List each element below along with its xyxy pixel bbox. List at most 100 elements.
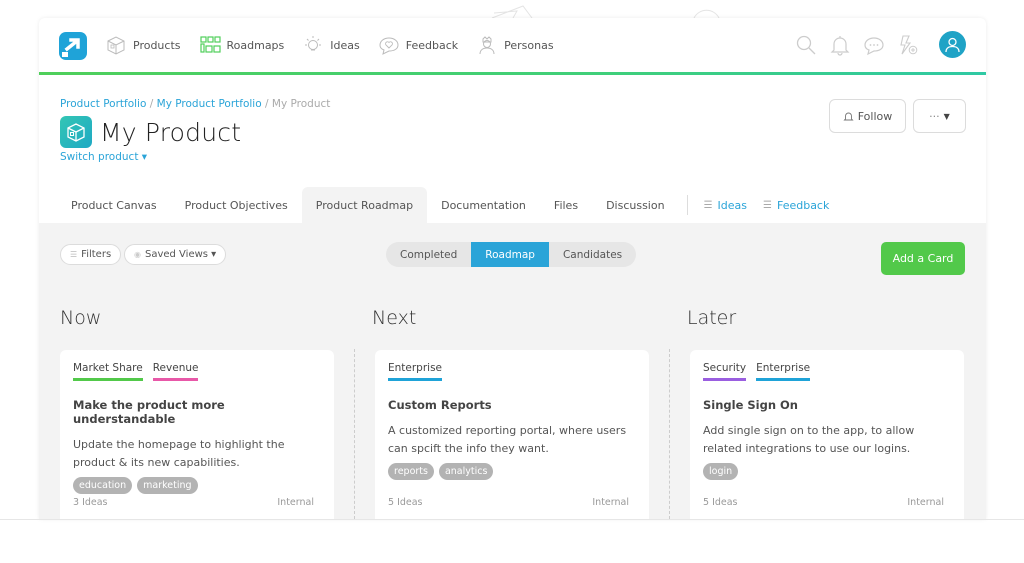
visibility-label: Internal [592,497,629,508]
column-title-next: Next [372,307,417,329]
column-title-later: Later [687,307,737,329]
nav-label: Feedback [405,38,459,52]
search-icon[interactable] [795,34,817,56]
column-divider [354,349,355,519]
breadcrumb-item[interactable]: My Product Portfolio [157,98,262,110]
theme-label: Enterprise [388,362,443,381]
theme-label: Revenue [152,362,199,381]
nav-item-personas[interactable]: Personas [476,34,554,56]
tag[interactable]: reports [388,463,434,480]
tab-label: Feedback [776,198,830,212]
more-label: ··· [929,109,940,123]
segment-candidates[interactable]: Candidates [549,242,636,267]
theme-label: Market Share [73,362,143,381]
roadmap-card[interactable]: Enterprise Custom Reports A customized r… [375,350,649,519]
follow-button[interactable]: Follow [829,99,906,133]
filter-icon: ☰ [703,199,713,211]
filter-icon: ☰ [763,199,772,211]
card-description: A customized reporting portal, where use… [388,424,627,455]
tab-discussion[interactable]: Discussion [592,187,679,223]
column-divider [669,349,670,519]
filters-label: Filters [81,249,112,260]
add-card-button[interactable]: Add a Card [881,242,965,275]
card-themes: Security Enterprise [703,362,951,381]
card-tags: login [703,463,951,480]
switch-product-link[interactable]: Switch product ▾ [60,151,147,163]
tab-label: Ideas [717,198,747,212]
ideas-count[interactable]: 3 Ideas [73,497,108,508]
nav-item-feedback[interactable]: Feedback [378,34,458,56]
nav-accent-bar [39,72,986,75]
visibility-label: Internal [277,497,314,508]
tab-documentation[interactable]: Documentation [427,187,540,223]
tag[interactable]: login [703,463,739,480]
card-footer: 3 Ideas Internal [73,497,314,508]
nav-item-ideas[interactable]: Ideas [302,34,360,56]
tag[interactable]: marketing [137,477,198,494]
roadmap-card[interactable]: Market Share Revenue Make the product mo… [60,350,334,519]
saved-views-dropdown[interactable]: ◉ Saved Views ▾ [124,244,227,265]
tag[interactable]: analytics [438,463,494,480]
visibility-label: Internal [907,497,944,508]
box-icon [67,123,85,142]
breadcrumb-separator: / [265,98,272,110]
card-description: Update the homepage to highlight the pro… [73,438,285,469]
persona-icon [479,36,495,55]
bell-icon[interactable] [829,34,851,56]
user-avatar-icon [945,37,960,53]
app-logo-icon[interactable] [59,32,87,60]
filters-button[interactable]: ☰ Filters [60,244,122,265]
breadcrumb: Product Portfolio / My Product Portfolio… [60,98,330,110]
box-icon [107,36,125,55]
theme-label: Security [703,362,747,381]
product-tabs: Product Canvas Product Objectives Produc… [57,187,837,223]
tab-ideas[interactable]: ☰ Ideas [696,187,755,223]
card-tags: reports analytics [388,463,636,480]
segment-roadmap[interactable]: Roadmap [471,242,549,267]
saved-views-label: Saved Views ▾ [144,249,217,260]
column-title-now: Now [60,307,102,329]
follow-label: Follow [857,109,893,123]
nav-item-roadmaps[interactable]: Roadmaps [199,34,285,56]
chat-icon[interactable] [863,34,885,56]
breadcrumb-item[interactable]: Product Portfolio [60,98,146,110]
filter-icon: ☰ [70,250,78,259]
ideas-count[interactable]: 5 Ideas [388,497,423,508]
tag[interactable]: education [73,477,133,494]
user-avatar[interactable] [939,31,966,58]
tab-product-roadmap[interactable]: Product Roadmap [301,187,428,223]
nav-label: Roadmaps [226,38,285,52]
card-description: Add single sign on to the app, to allow … [703,424,915,455]
tab-product-objectives[interactable]: Product Objectives [171,187,302,223]
ideas-count[interactable]: 5 Ideas [703,497,738,508]
tab-product-canvas[interactable]: Product Canvas [57,187,171,223]
view-segmented-control: Completed Roadmap Candidates [386,242,637,267]
more-actions-button[interactable]: ··· ▼ [913,99,966,133]
caret-down-icon: ▼ [943,111,950,121]
roadmap-board: ☰ Filters ◉ Saved Views ▾ Completed Road… [39,223,986,519]
theme-label: Enterprise [756,362,811,381]
top-navigation: Products Roadmaps Ideas Feedback Persona… [39,18,986,73]
tab-divider [686,195,688,215]
app-window: Products Roadmaps Ideas Feedback Persona… [39,18,986,519]
nav-item-products[interactable]: Products [105,34,181,56]
card-footer: 5 Ideas Internal [388,497,629,508]
nav-label: Products [133,38,181,52]
eye-icon: ◉ [134,250,141,259]
tab-files[interactable]: Files [540,187,592,223]
segment-completed[interactable]: Completed [386,242,471,267]
card-tags: education marketing [73,477,321,494]
product-icon [60,116,92,148]
nav-label: Ideas [330,38,360,52]
nav-label: Personas [504,38,554,52]
card-footer: 5 Ideas Internal [703,497,944,508]
page-title: My Product [100,117,242,147]
heart-bubble-icon [379,37,399,55]
bell-icon [843,112,854,120]
card-themes: Enterprise [388,362,636,381]
card-title: Custom Reports [388,398,492,412]
tab-feedback[interactable]: ☰ Feedback [755,187,837,223]
roadmap-card[interactable]: Security Enterprise Single Sign On Add s… [690,350,964,519]
quick-add-icon[interactable] [897,34,919,56]
grid-icon [199,36,221,53]
